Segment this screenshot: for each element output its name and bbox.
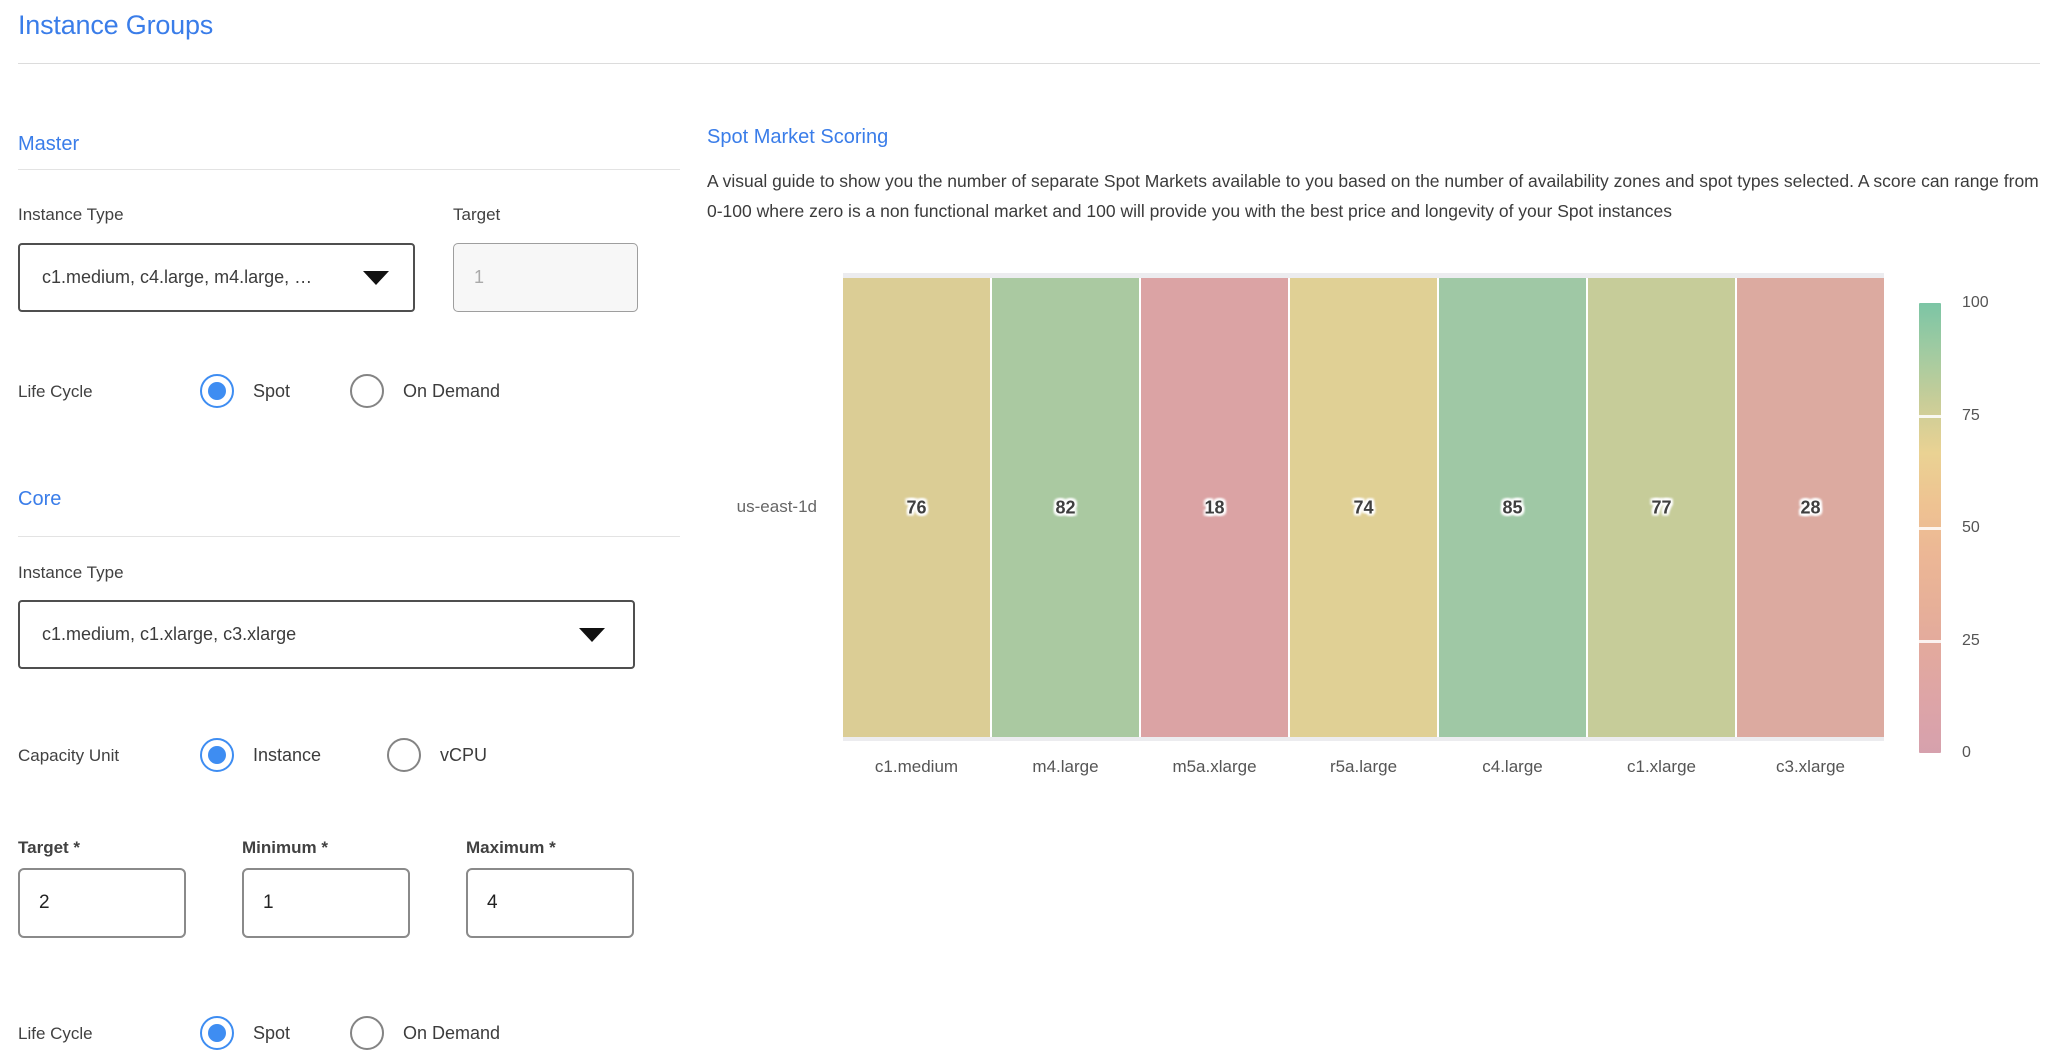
core-life-cycle-label: Life Cycle [18,1024,93,1044]
core-spot-radio-label[interactable]: Spot [253,1023,290,1044]
colorbar-tick-label: 25 [1962,632,1980,650]
spot-market-heading: Spot Market Scoring [707,126,888,149]
master-instance-type-value: c1.medium, c4.large, m4.large, … [42,267,312,288]
heatmap-cell-value: 77 [1588,497,1735,518]
core-on-demand-radio-label[interactable]: On Demand [403,1023,500,1044]
capacity-instance-radio-label[interactable]: Instance [253,745,321,766]
core-on-demand-radio[interactable] [350,1016,384,1050]
heatmap-colorbar-ticks: 1007550250 [1962,303,2022,753]
master-target-input[interactable] [453,243,638,312]
heatmap-cell-value: 82 [992,497,1139,518]
master-life-cycle-row: Life Cycle Spot On Demand [0,374,680,410]
master-instance-type-dropdown[interactable]: c1.medium, c4.large, m4.large, … [18,243,415,312]
colorbar-divider [1919,415,1941,418]
heatmap-x-label: c4.large [1439,757,1586,777]
heatmap-x-label: c1.medium [843,757,990,777]
colorbar-tick-label: 50 [1962,519,1980,537]
heatmap-cell-value: 85 [1439,497,1586,518]
heatmap-cell-value: 74 [1290,497,1437,518]
heatmap-cell: 18 [1141,278,1288,737]
heatmap-x-label: c3.xlarge [1737,757,1884,777]
chevron-down-icon [363,271,389,285]
master-divider [18,169,680,170]
heatmap-cell: 82 [992,278,1139,737]
heatmap-cell: 28 [1737,278,1884,737]
core-divider [18,536,680,537]
heatmap-colorbar [1919,303,1941,753]
core-instance-type-label: Instance Type [18,563,124,583]
heatmap-cell: 76 [843,278,990,737]
page-title: Instance Groups [18,10,213,41]
capacity-unit-row: Capacity Unit Instance vCPU [0,738,680,774]
heatmap-x-label: c1.xlarge [1588,757,1735,777]
heatmap: 76821874857728 [843,278,1884,737]
heatmap-cell-value: 18 [1141,497,1288,518]
core-instance-type-dropdown[interactable]: c1.medium, c1.xlarge, c3.xlarge [18,600,635,669]
master-target-label: Target [453,205,500,225]
colorbar-tick-label: 100 [1962,294,1989,312]
capacity-instance-radio[interactable] [200,738,234,772]
colorbar-tick-label: 75 [1962,407,1980,425]
colorbar-tick-label: 0 [1962,744,1971,762]
capacity-vcpu-radio[interactable] [387,738,421,772]
core-section-heading: Core [18,488,61,511]
heatmap-cell: 74 [1290,278,1437,737]
heatmap-cell-value: 28 [1737,497,1884,518]
heatmap-x-label: r5a.large [1290,757,1437,777]
core-target-label: Target * [18,838,80,858]
master-life-cycle-label: Life Cycle [18,382,93,402]
heatmap-cell: 77 [1588,278,1735,737]
core-instance-type-value: c1.medium, c1.xlarge, c3.xlarge [42,624,296,645]
master-section-heading: Master [18,133,79,156]
heatmap-bottom-edge [843,737,1884,741]
heatmap-x-label: m5a.xlarge [1141,757,1288,777]
colorbar-divider [1919,527,1941,530]
heatmap-cell: 85 [1439,278,1586,737]
capacity-vcpu-radio-label[interactable]: vCPU [440,745,487,766]
title-divider [18,63,2040,64]
core-target-input[interactable] [18,868,186,938]
core-minimum-input[interactable] [242,868,410,938]
master-spot-radio[interactable] [200,374,234,408]
heatmap-cell-value: 76 [843,497,990,518]
master-on-demand-radio[interactable] [350,374,384,408]
core-maximum-label: Maximum * [466,838,556,858]
core-life-cycle-row: Life Cycle Spot On Demand [0,1016,680,1052]
chevron-down-icon [579,628,605,642]
capacity-unit-label: Capacity Unit [18,746,119,766]
core-maximum-input[interactable] [466,868,634,938]
heatmap-x-label: m4.large [992,757,1139,777]
heatmap-x-axis: c1.mediumm4.largem5a.xlarger5a.largec4.l… [843,757,1884,781]
master-on-demand-radio-label[interactable]: On Demand [403,381,500,402]
core-spot-radio[interactable] [200,1016,234,1050]
heatmap-row-label: us-east-1d [695,497,817,517]
master-instance-type-label: Instance Type [18,205,124,225]
core-minimum-label: Minimum * [242,838,328,858]
colorbar-divider [1919,640,1941,643]
master-spot-radio-label[interactable]: Spot [253,381,290,402]
spot-market-description: A visual guide to show you the number of… [707,166,2042,226]
